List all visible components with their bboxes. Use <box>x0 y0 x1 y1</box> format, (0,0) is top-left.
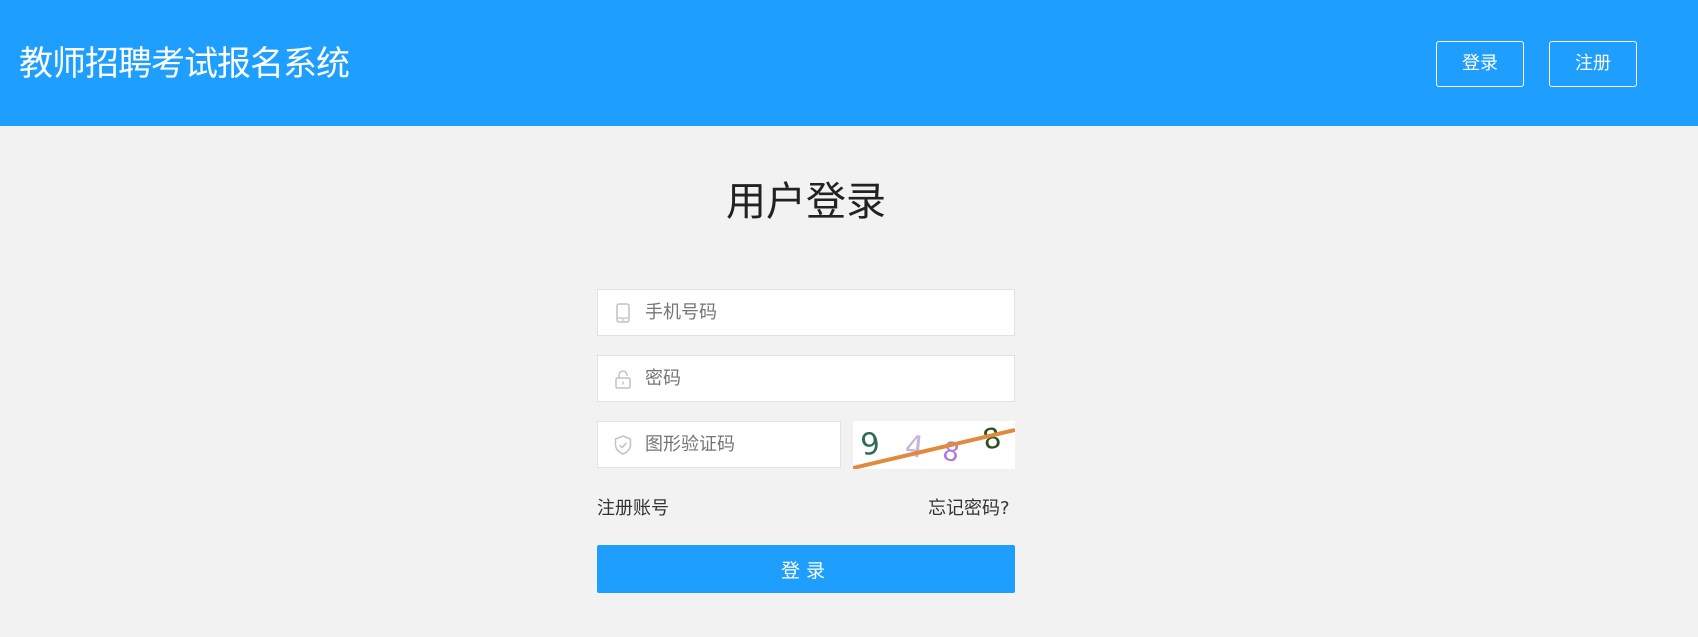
login-submit-button[interactable]: 登录 <box>597 545 1015 593</box>
captcha-field[interactable] <box>597 421 841 468</box>
shield-check-icon <box>614 435 632 455</box>
captcha-char-1: 9 <box>858 426 882 463</box>
phone-input[interactable] <box>645 290 1001 335</box>
header-login-button[interactable]: 登录 <box>1436 41 1524 87</box>
captcha-char-2: 4 <box>903 429 926 466</box>
forgot-password-link[interactable]: 忘记密码? <box>928 497 1010 521</box>
captcha-input[interactable] <box>645 422 827 467</box>
header-register-button[interactable]: 注册 <box>1549 41 1637 87</box>
captcha-image[interactable]: 9 4 8 8 <box>853 421 1015 469</box>
register-account-link[interactable]: 注册账号 <box>597 497 669 521</box>
top-header: 教师招聘考试报名系统 登录 注册 <box>0 0 1698 126</box>
password-input[interactable] <box>645 356 1001 401</box>
phone-field[interactable] <box>597 289 1015 336</box>
password-field[interactable] <box>597 355 1015 402</box>
login-form-title: 用户登录 <box>726 179 886 225</box>
mobile-phone-icon <box>616 303 630 323</box>
site-title: 教师招聘考试报名系统 <box>19 44 350 84</box>
lock-icon <box>615 370 631 389</box>
